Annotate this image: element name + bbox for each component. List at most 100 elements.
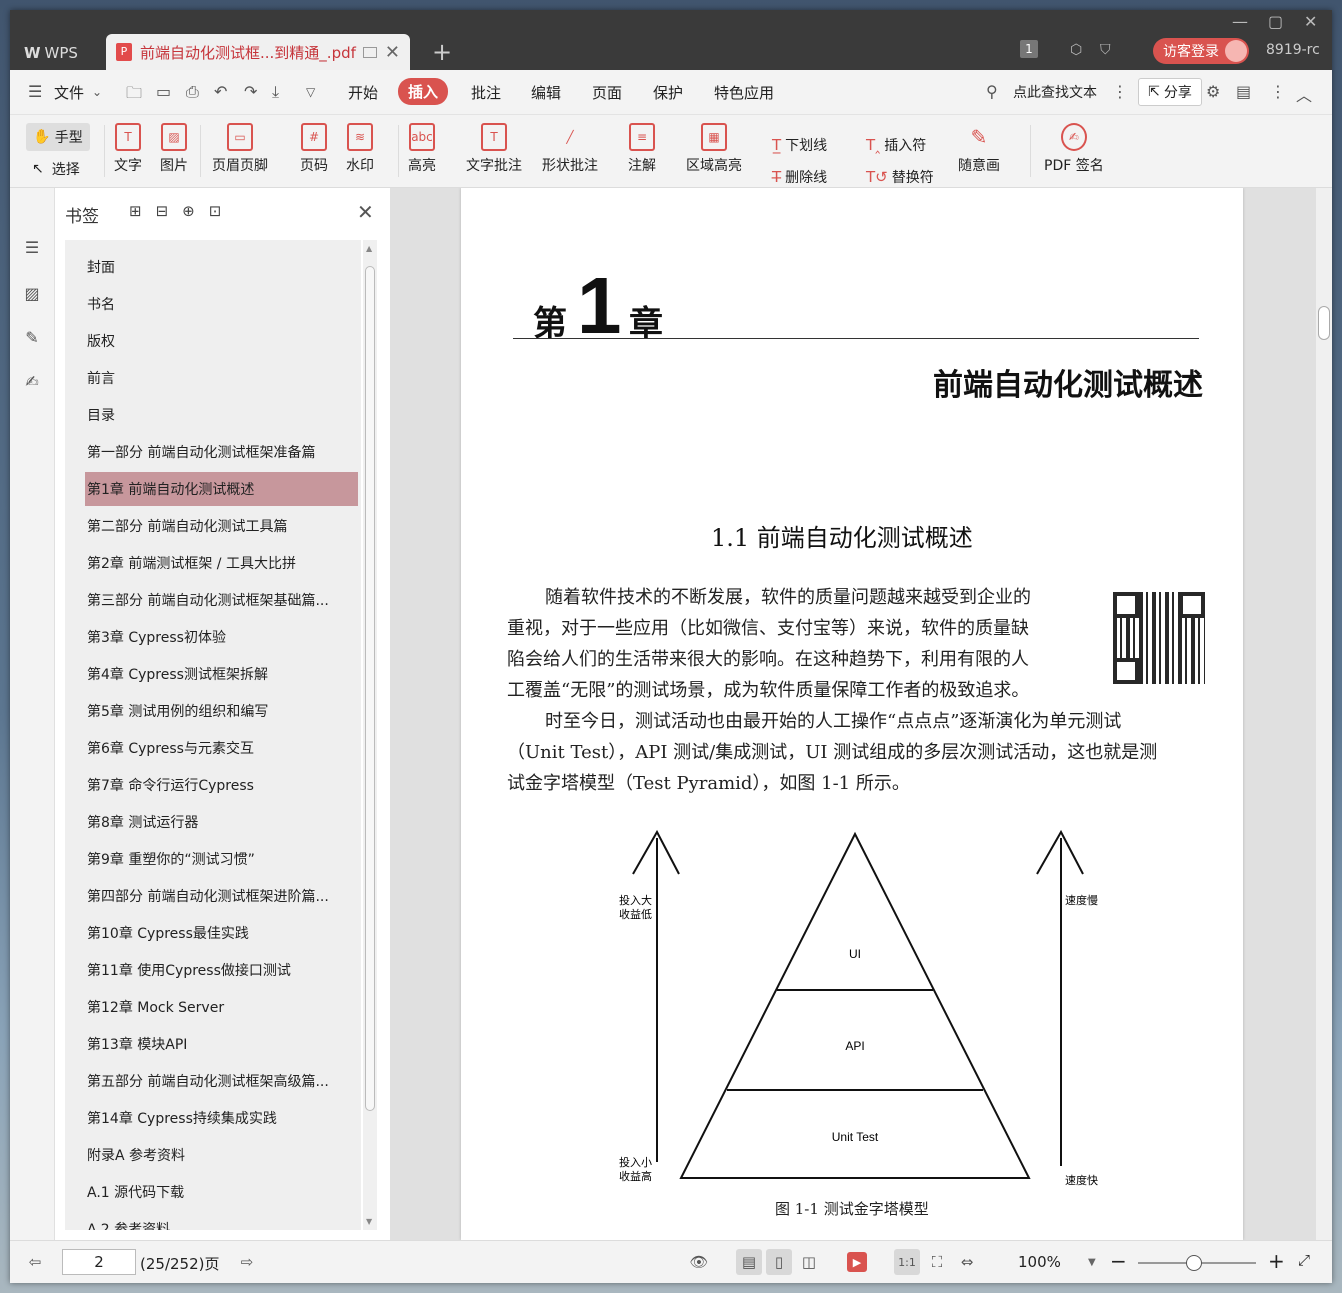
signature-panel-icon[interactable]: ✍ — [22, 372, 42, 392]
select-tool-button[interactable]: ↖ 选择 — [32, 159, 80, 179]
zoom-dropdown-icon[interactable]: ▼ — [1088, 1257, 1096, 1268]
close-tab-icon[interactable]: ✕ — [385, 42, 400, 63]
zoom-in-icon[interactable]: + — [1268, 1249, 1285, 1273]
menu-insert[interactable]: 插入 — [398, 78, 449, 105]
bookmark-item[interactable]: ▶第9章 重塑你的“测试习惯” — [85, 842, 358, 876]
zoom-slider-knob[interactable] — [1186, 1255, 1202, 1271]
guest-login-button[interactable]: 访客登录 — [1153, 38, 1249, 64]
collapse-ribbon-icon[interactable]: ︿ — [1296, 82, 1312, 106]
share-button[interactable]: ⇱ 分享 — [1138, 78, 1202, 106]
new-tab-button[interactable]: + — [432, 38, 452, 66]
shirt-icon[interactable]: ⛉ — [1100, 38, 1111, 62]
continuous-view-icon[interactable]: ▤ — [736, 1249, 762, 1275]
undo-icon[interactable]: ↶ — [214, 82, 227, 101]
header-footer-button[interactable]: ▭ 页眉页脚 — [212, 123, 268, 175]
actual-size-icon[interactable]: 1:1 — [894, 1249, 920, 1275]
menu-page[interactable]: 页面 — [592, 82, 622, 103]
zoom-level[interactable]: 100% — [1018, 1253, 1061, 1271]
close-panel-icon[interactable]: ✕ — [357, 200, 374, 224]
bookmark-item[interactable]: ▶第14章 Cypress持续集成实践 — [85, 1101, 358, 1135]
search-text[interactable]: 点此查找文本 — [1013, 82, 1097, 102]
menu-annotate[interactable]: 批注 — [471, 82, 501, 103]
fit-page-icon[interactable]: ⛶ — [924, 1249, 950, 1275]
menu-special[interactable]: 特色应用 — [714, 82, 774, 103]
monitor-icon[interactable] — [362, 46, 377, 58]
save-icon[interactable]: ▭ — [156, 82, 171, 101]
bookmark-item[interactable]: 第一部分 前端自动化测试框架准备篇 — [85, 435, 358, 469]
settings-gear-icon[interactable]: ⚙ — [1206, 82, 1220, 101]
wps-home-tab[interactable]: W WPS — [10, 36, 102, 70]
bookmark-item[interactable]: ▶第12章 Mock Server — [85, 990, 358, 1024]
pdf-page[interactable]: 第 1 章 前端自动化测试概述 1.1 前端自动化测试概述 随着软件技术的不断发… — [461, 188, 1243, 1240]
bookmark-item[interactable]: ▶第5章 测试用例的组织和编写 — [85, 694, 358, 728]
highlight-button[interactable]: abc 高亮 — [408, 123, 436, 175]
zoom-out-icon[interactable]: − — [1110, 1249, 1127, 1273]
bookmark-item[interactable]: ▶第6章 Cypress与元素交互 — [85, 731, 358, 765]
scroll-down-icon[interactable]: ▼ — [366, 1217, 372, 1226]
document-viewer[interactable]: 第 1 章 前端自动化测试概述 1.1 前端自动化测试概述 随着软件技术的不断发… — [390, 188, 1332, 1240]
prev-page-icon[interactable]: ⇦ — [22, 1249, 48, 1275]
single-page-view-icon[interactable]: ▯ — [766, 1249, 792, 1275]
open-folder-icon[interactable]: 🗀 — [126, 82, 142, 109]
bookmark-item[interactable]: 第四部分 前端自动化测试框架进阶篇... — [85, 879, 358, 913]
redo-icon[interactable]: ↷ — [244, 82, 257, 101]
insert-image-button[interactable]: ▨ 图片 — [160, 123, 188, 175]
print-icon[interactable]: ⎙ — [186, 82, 199, 102]
bookmark-item[interactable]: ▶第1章 前端自动化测试概述 — [85, 472, 358, 506]
file-menu[interactable]: 文件 — [54, 82, 84, 103]
two-page-view-icon[interactable]: ◫ — [796, 1249, 822, 1275]
bookmark-item[interactable]: A.1 源代码下载 — [85, 1175, 358, 1209]
scroll-thumb[interactable] — [365, 266, 375, 1111]
minimize-button[interactable]: — — [1232, 12, 1248, 31]
collapse-all-icon[interactable]: ⊟ — [156, 202, 169, 220]
play-button[interactable]: ▶ — [844, 1249, 870, 1275]
pdf-sign-button[interactable]: ✍ PDF 签名 — [1044, 123, 1104, 175]
underline-button[interactable]: T̲ 下划线 — [772, 135, 827, 155]
bookmark-item[interactable]: ▶第8章 测试运行器 — [85, 805, 358, 839]
page-number-input[interactable]: 2 — [62, 1249, 136, 1275]
bookmark-item[interactable]: 第二部分 前端自动化测试工具篇 — [85, 509, 358, 543]
search-icon[interactable]: ⚲ — [986, 82, 998, 101]
bookmark-item[interactable]: 目录 — [85, 398, 358, 432]
bookmark-item[interactable]: A.2 参考资料 — [85, 1212, 358, 1230]
fullscreen-icon[interactable]: ⤢ — [1298, 1251, 1310, 1269]
watermark-button[interactable]: ≋ 水印 — [346, 123, 374, 175]
replace-mark-button[interactable]: T↺ 替换符 — [866, 167, 934, 187]
hamburger-icon[interactable]: ☰ — [28, 82, 42, 101]
freehand-button[interactable]: ✎ 随意画 — [958, 123, 1000, 175]
eye-protection-icon[interactable]: 👁 — [686, 1249, 712, 1275]
document-scrollbar[interactable] — [1316, 188, 1332, 1240]
bookmark-item[interactable]: 前言 — [85, 361, 358, 395]
insert-mark-button[interactable]: T‸ 插入符 — [866, 135, 926, 155]
bookmark-item[interactable]: 封面 — [85, 250, 358, 284]
thumbnail-icon[interactable]: ▨ — [22, 284, 42, 304]
page-badge[interactable]: 1 — [1020, 40, 1038, 58]
bookmark-item[interactable]: ▶第11章 使用Cypress做接口测试 — [85, 953, 358, 987]
text-note-button[interactable]: T 文字批注 — [466, 123, 522, 175]
maximize-button[interactable]: ▢ — [1268, 12, 1283, 31]
annotation-button[interactable]: ≡ 注解 — [628, 123, 656, 175]
bookmark-item[interactable]: ▶第7章 命令行运行Cypress — [85, 768, 358, 802]
bookmark-item[interactable]: ▶第2章 前端测试框架 / 工具大比拼 — [85, 546, 358, 580]
bookmark-item[interactable]: ▶第13章 模块API — [85, 1027, 358, 1061]
next-page-icon[interactable]: ⇨ — [234, 1249, 260, 1275]
fit-width-icon[interactable]: ⇔ — [954, 1249, 980, 1275]
more-options-icon[interactable]: ⋮ — [1270, 82, 1286, 101]
bookmark-item[interactable]: 附录A 参考资料 — [85, 1138, 358, 1172]
expand-all-icon[interactable]: ⊞ — [129, 202, 142, 220]
more-vertical-icon[interactable]: ⋮ — [1112, 82, 1128, 101]
area-highlight-button[interactable]: ▦ 区域高亮 — [686, 123, 742, 175]
export-icon[interactable]: ⤓ — [272, 82, 279, 102]
page-number-button[interactable]: # 页码 — [300, 123, 328, 175]
document-tab[interactable]: P 前端自动化测试框...到精通_.pdf ✕ — [106, 34, 410, 70]
bookmark-item[interactable]: 书名 — [85, 287, 358, 321]
document-scroll-thumb[interactable] — [1318, 306, 1330, 340]
scroll-up-icon[interactable]: ▲ — [366, 244, 372, 253]
bookmark-item[interactable]: ▶第3章 Cypress初体验 — [85, 620, 358, 654]
close-window-button[interactable]: ✕ — [1304, 12, 1317, 31]
bookmark-list-icon[interactable]: ☰ — [22, 238, 42, 258]
bookmark-item[interactable]: ▶第4章 Cypress测试框架拆解 — [85, 657, 358, 691]
add-bookmark-icon[interactable]: ⊕ — [182, 202, 195, 220]
annotation-panel-icon[interactable]: ✎ — [22, 328, 42, 348]
bookmark-scrollbar[interactable]: ▲ ▼ — [363, 240, 377, 1230]
